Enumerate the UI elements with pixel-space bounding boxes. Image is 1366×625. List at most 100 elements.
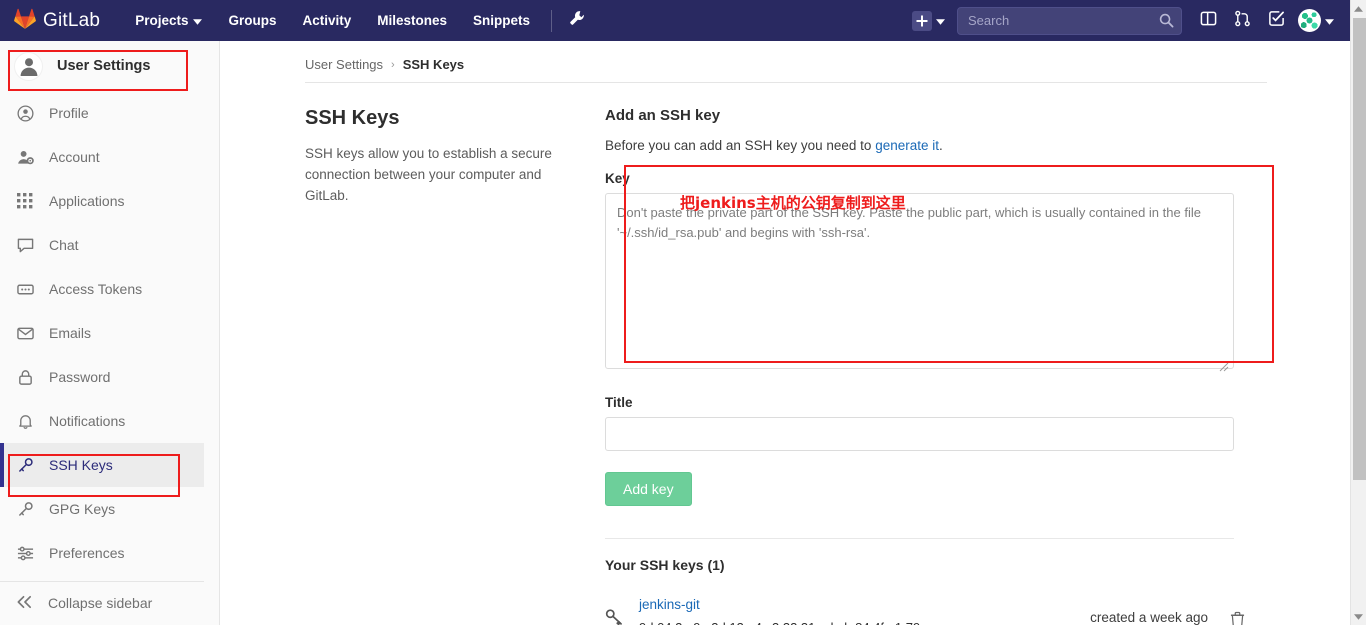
page-scroll-up-arrow[interactable]: [1351, 0, 1366, 17]
generate-it-link[interactable]: generate it: [875, 138, 939, 153]
key-row-icon-cell: [605, 593, 639, 625]
sidebar-item-label: GPG Keys: [49, 501, 116, 517]
collapse-sidebar-label: Collapse sidebar: [48, 595, 153, 611]
admin-area-button[interactable]: [560, 0, 594, 41]
breadcrumb-separator: ›: [391, 58, 395, 71]
sidebar-item-profile[interactable]: Profile: [0, 91, 204, 135]
chevron-double-left-icon: [16, 595, 33, 612]
profile-icon: [16, 104, 34, 122]
sidebar-header-user-settings[interactable]: User Settings: [0, 41, 204, 91]
key-row-meta: created a week ago: [1090, 593, 1245, 625]
sidebar-item-account[interactable]: Account: [0, 135, 204, 179]
key-icon: [16, 501, 34, 518]
nav-divider: [551, 9, 553, 32]
key-title-link[interactable]: jenkins-git: [639, 593, 1090, 617]
gitlab-brand[interactable]: GitLab: [14, 8, 100, 34]
nav-item-milestones[interactable]: Milestones: [364, 0, 460, 41]
key-row-details: jenkins-git 9d:04:2e:9e:3d:13:e4:c3:32:3…: [639, 593, 1090, 625]
nav-label: Projects: [135, 13, 189, 28]
form-heading: Add an SSH key: [605, 107, 721, 124]
issue-boards-button[interactable]: [1192, 0, 1224, 41]
breadcrumb: User Settings › SSH Keys: [221, 41, 1350, 72]
chat-icon: [16, 237, 34, 254]
nav-item-projects[interactable]: Projects: [122, 0, 215, 41]
page-scroll-down-arrow[interactable]: [1351, 608, 1366, 625]
nav-label: Snippets: [473, 13, 531, 28]
merge-requests-button[interactable]: [1226, 0, 1258, 41]
nav-item-snippets[interactable]: Snippets: [460, 0, 543, 41]
sidebar-item-preferences[interactable]: Preferences: [0, 531, 204, 575]
sidebar-header-label: User Settings: [57, 58, 151, 74]
issue-boards-icon: [1200, 10, 1217, 32]
plus-icon: [912, 10, 932, 31]
sidebar-item-label: Preferences: [49, 545, 125, 561]
submit-row: Add key: [605, 451, 1245, 506]
chevron-down-icon: [1325, 12, 1334, 30]
bell-icon: [16, 413, 34, 430]
key-textarea-wrapper: [605, 193, 1234, 374]
chevron-down-icon: [936, 12, 945, 30]
add-key-button[interactable]: Add key: [605, 472, 692, 506]
sidebar-item-label: Chat: [49, 237, 79, 253]
sidebar-item-chat[interactable]: Chat: [0, 223, 204, 267]
new-item-button[interactable]: [906, 0, 951, 41]
key-created-at: created a week ago: [1090, 610, 1208, 625]
page-scrollbar[interactable]: [1350, 0, 1366, 625]
settings-section: SSH Keys SSH keys allow you to establish…: [221, 83, 1350, 625]
nav-item-groups[interactable]: Groups: [215, 0, 289, 41]
sidebar-item-label: Account: [49, 149, 100, 165]
todos-icon: [1268, 10, 1285, 32]
your-ssh-keys-heading: Your SSH keys (1): [605, 557, 725, 573]
ssh-key-form-column: Add an SSH key Before you can add an SSH…: [605, 107, 1245, 625]
sidebar-item-label: Access Tokens: [49, 281, 143, 297]
key-fingerprint: 9d:04:2e:9e:3d:13:e4:c3:32:31:ed:ab:84:4…: [639, 617, 1090, 625]
nav-label: Activity: [302, 13, 352, 28]
key-icon: [16, 457, 34, 474]
collapse-sidebar-button[interactable]: Collapse sidebar: [0, 582, 204, 624]
key-icon: [605, 607, 624, 625]
navbar-right: [906, 0, 1350, 41]
keys-list-divider: [605, 538, 1234, 539]
sidebar-item-label: Profile: [49, 105, 89, 121]
settings-sidebar: User Settings Profile Account Applicatio…: [0, 41, 220, 625]
sliders-icon: [16, 545, 34, 562]
sidebar-item-access-tokens[interactable]: Access Tokens: [0, 267, 204, 311]
hint-prefix: Before you can add an SSH key you need t…: [605, 138, 876, 153]
applications-icon: [16, 193, 34, 209]
avatar: [1298, 9, 1321, 32]
sidebar-item-label: Emails: [49, 325, 92, 341]
top-navbar: GitLab Projects Groups Activity Mileston…: [0, 0, 1350, 41]
chevron-down-icon: [193, 0, 203, 41]
breadcrumb-parent[interactable]: User Settings: [305, 57, 383, 72]
sidebar-item-gpg-keys[interactable]: GPG Keys: [0, 487, 204, 531]
search-input[interactable]: [957, 6, 1182, 35]
section-description-column: SSH Keys SSH keys allow you to establish…: [305, 107, 605, 625]
sidebar-item-applications[interactable]: Applications: [0, 179, 204, 223]
page-scroll-thumb[interactable]: [1353, 18, 1366, 480]
gitlab-logo-icon: [14, 8, 36, 34]
todos-button[interactable]: [1260, 0, 1292, 41]
sidebar-item-password[interactable]: Password: [0, 355, 204, 399]
trash-icon[interactable]: [1230, 610, 1245, 625]
sidebar-item-notifications[interactable]: Notifications: [0, 399, 204, 443]
title-input[interactable]: [605, 417, 1234, 451]
page-description: SSH keys allow you to establish a secure…: [305, 146, 552, 203]
sidebar-item-label: Notifications: [49, 413, 126, 429]
merge-requests-icon: [1234, 10, 1251, 32]
nav-item-activity[interactable]: Activity: [289, 0, 364, 41]
sidebar-item-ssh-keys[interactable]: SSH Keys: [0, 443, 204, 487]
wrench-icon: [569, 10, 585, 31]
user-menu-button[interactable]: [1294, 0, 1340, 41]
hint-suffix: .: [938, 138, 943, 153]
lock-icon: [16, 369, 34, 386]
breadcrumb-current: SSH Keys: [402, 57, 465, 72]
key-textarea[interactable]: [605, 193, 1234, 369]
primary-nav: Projects Groups Activity Milestones Snip…: [122, 0, 594, 41]
sidebar-item-emails[interactable]: Emails: [0, 311, 204, 355]
key-field-label: Key: [605, 171, 630, 186]
nav-label: Groups: [228, 13, 277, 28]
sidebar-item-label: Applications: [49, 193, 125, 209]
account-icon: [16, 149, 34, 166]
email-icon: [16, 325, 34, 342]
nav-label: Milestones: [377, 13, 448, 28]
